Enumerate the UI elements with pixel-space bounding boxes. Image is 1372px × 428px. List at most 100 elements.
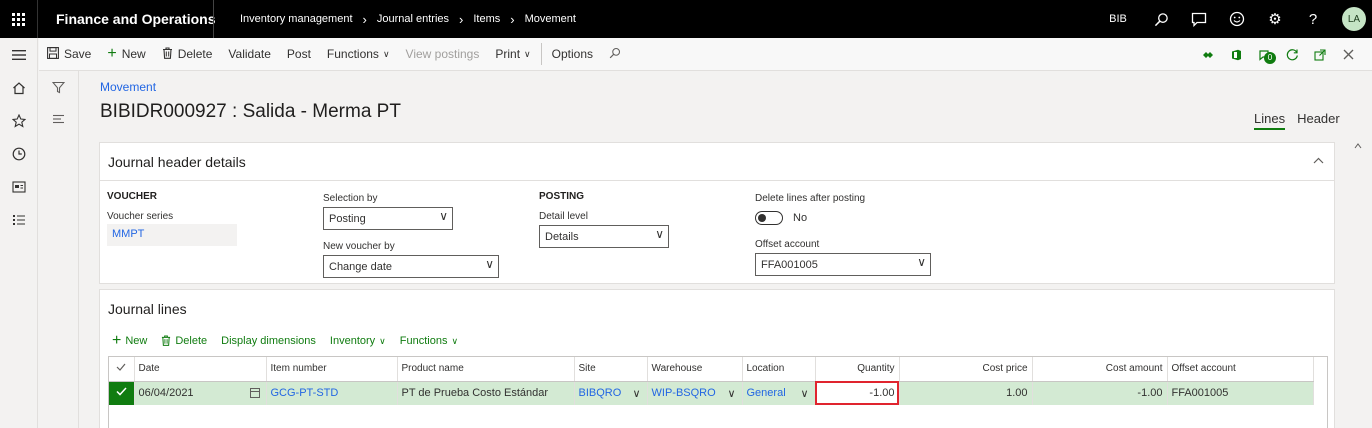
column-header-warehouse[interactable]: Warehouse <box>647 357 743 382</box>
group-title: VOUCHER <box>107 191 158 202</box>
column-header-offset-account[interactable]: Offset account <box>1167 357 1314 382</box>
display-dimensions-button[interactable]: Display dimensions <box>221 335 316 347</box>
offset-account-select[interactable]: FFA001005 ∨ <box>755 253 931 276</box>
voucher-group: VOUCHER Voucher series MMPT <box>107 191 237 246</box>
column-header-product-name[interactable]: Product name <box>397 357 575 382</box>
chevron-down-icon: ∨ <box>439 209 448 223</box>
selection-by-label: Selection by <box>323 193 378 204</box>
column-header-cost-amount[interactable]: Cost amount <box>1032 357 1168 382</box>
delete-lines-label: Delete lines after posting <box>755 193 866 204</box>
chevron-down-icon[interactable]: ∨ <box>632 387 640 400</box>
journal-header-details-fasttab: Journal header details VOUCHER Voucher s… <box>99 142 1335 284</box>
functions-menu-button[interactable]: Functions ∨ <box>319 38 398 71</box>
cell-cost-amount[interactable]: -1.00 <box>1032 381 1168 405</box>
favorites-star-icon[interactable] <box>0 104 37 137</box>
cell-product-name[interactable]: PT de Prueba Costo Estándar <box>397 381 575 405</box>
new-voucher-label: New voucher by <box>323 241 395 252</box>
hamburger-menu-icon[interactable] <box>0 38 37 71</box>
search-icon[interactable] <box>1142 12 1180 27</box>
column-header-location[interactable]: Location <box>742 357 816 382</box>
modules-list-icon[interactable] <box>0 203 37 236</box>
help-icon[interactable]: ? <box>1294 11 1332 28</box>
chevron-right-icon: › <box>510 11 515 27</box>
delete-button[interactable]: Delete <box>154 38 221 71</box>
date-value: 06/04/2021 <box>138 387 194 400</box>
column-header-site[interactable]: Site <box>574 357 648 382</box>
view-postings-button[interactable]: View postings <box>398 38 488 71</box>
new-voucher-select[interactable]: Change date ∨ <box>323 255 499 278</box>
inventory-menu-button[interactable]: Inventory ∨ <box>330 335 386 347</box>
options-tab[interactable]: Options <box>544 38 601 71</box>
column-header-cost-price[interactable]: Cost price <box>899 357 1033 382</box>
home-icon[interactable] <box>0 71 37 104</box>
print-menu-button[interactable]: Print ∨ <box>487 38 538 71</box>
page-breadcrumb[interactable]: Movement <box>100 80 156 94</box>
page-scrollbar[interactable] <box>1354 142 1362 428</box>
tab-lines[interactable]: Lines <box>1254 111 1286 130</box>
app-launcher-button[interactable] <box>0 0 38 38</box>
smiley-feedback-icon[interactable] <box>1218 11 1256 27</box>
cell-site[interactable]: BIBQRO ∨ <box>574 381 648 405</box>
delete-lines-toggle[interactable] <box>755 211 783 225</box>
voucher-series-value[interactable]: MMPT <box>107 224 237 246</box>
workspaces-icon[interactable] <box>0 170 37 203</box>
breadcrumb-movement[interactable]: Movement <box>525 13 576 25</box>
cell-item-number[interactable]: GCG-PT-STD <box>266 381 398 405</box>
recent-clock-icon[interactable] <box>0 137 37 170</box>
breadcrumb-items[interactable]: Items <box>473 13 500 25</box>
validate-button[interactable]: Validate <box>220 38 278 71</box>
breadcrumb-journal-entries[interactable]: Journal entries <box>377 13 449 25</box>
line-new-button[interactable]: + New <box>112 332 147 350</box>
power-apps-icon[interactable] <box>1194 50 1222 60</box>
calendar-icon[interactable] <box>249 387 260 398</box>
chat-icon[interactable] <box>1180 12 1218 27</box>
journal-lines-toolbar: + New Delete Display dimensions Inventor… <box>112 332 472 350</box>
chevron-down-icon[interactable]: ∨ <box>800 387 808 400</box>
cell-cost-price[interactable]: 1.00 <box>899 381 1033 405</box>
delete-lines-toggle-row: No <box>755 210 931 226</box>
detail-level-select[interactable]: Details ∨ <box>539 225 669 248</box>
cell-location[interactable]: General ∨ <box>742 381 816 405</box>
select-all-checkbox[interactable] <box>109 357 135 382</box>
print-label: Print <box>495 47 521 61</box>
attachments-button[interactable]: 0 <box>1250 49 1278 64</box>
close-icon[interactable] <box>1334 49 1362 60</box>
chevron-down-icon: ∨ <box>917 255 926 269</box>
column-header-item-number[interactable]: Item number <box>266 357 398 382</box>
inventory-label: Inventory <box>329 335 376 347</box>
chevron-up-icon[interactable] <box>1313 155 1324 167</box>
selection-group: Selection by Posting ∨ New voucher by Ch… <box>323 193 499 278</box>
cell-date[interactable]: 06/04/2021 <box>134 381 267 405</box>
app-name[interactable]: Finance and Operations <box>56 11 215 27</box>
row-select-checkbox[interactable] <box>109 381 135 405</box>
posting-group: POSTING Detail level Details ∨ <box>539 191 669 248</box>
save-button[interactable]: Save <box>39 38 99 71</box>
post-button[interactable]: Post <box>279 38 319 71</box>
chevron-down-icon[interactable]: ∨ <box>727 387 735 400</box>
refresh-icon[interactable] <box>1278 48 1306 61</box>
open-new-window-icon[interactable] <box>1306 48 1334 61</box>
cell-offset-account[interactable]: FFA001005 <box>1167 381 1314 405</box>
fasttab-header[interactable]: Journal header details <box>100 143 1334 181</box>
selection-by-select[interactable]: Posting ∨ <box>323 207 453 230</box>
fasttab-header[interactable]: Journal lines <box>100 290 1334 328</box>
action-search-button[interactable] <box>601 38 629 71</box>
column-header-date[interactable]: Date <box>134 357 267 382</box>
breadcrumb-inventory-management[interactable]: Inventory management <box>240 13 353 25</box>
list-view-icon[interactable] <box>39 103 78 135</box>
company-picker[interactable]: BIB <box>1094 13 1142 25</box>
column-header-quantity[interactable]: Quantity <box>815 357 900 382</box>
cell-warehouse[interactable]: WIP-BSQRO ∨ <box>647 381 743 405</box>
line-functions-menu-button[interactable]: Functions ∨ <box>400 335 458 347</box>
avatar[interactable]: LA <box>1342 7 1366 31</box>
gear-icon[interactable]: ⚙ <box>1256 10 1294 28</box>
table-row[interactable]: 06/04/2021 GCG-PT-STD PT de Prueba Costo… <box>109 381 1314 405</box>
filter-icon[interactable] <box>39 71 78 103</box>
line-delete-button[interactable]: Delete <box>161 334 207 349</box>
new-button[interactable]: + New <box>99 38 153 71</box>
page-title: BIBIDR000927 : Salida - Merma PT <box>100 101 401 122</box>
tab-header[interactable]: Header <box>1297 111 1340 130</box>
office-icon[interactable] <box>1222 49 1250 61</box>
cell-quantity[interactable]: -1.00 <box>815 381 900 405</box>
chevron-down-icon: ∨ <box>524 48 531 59</box>
